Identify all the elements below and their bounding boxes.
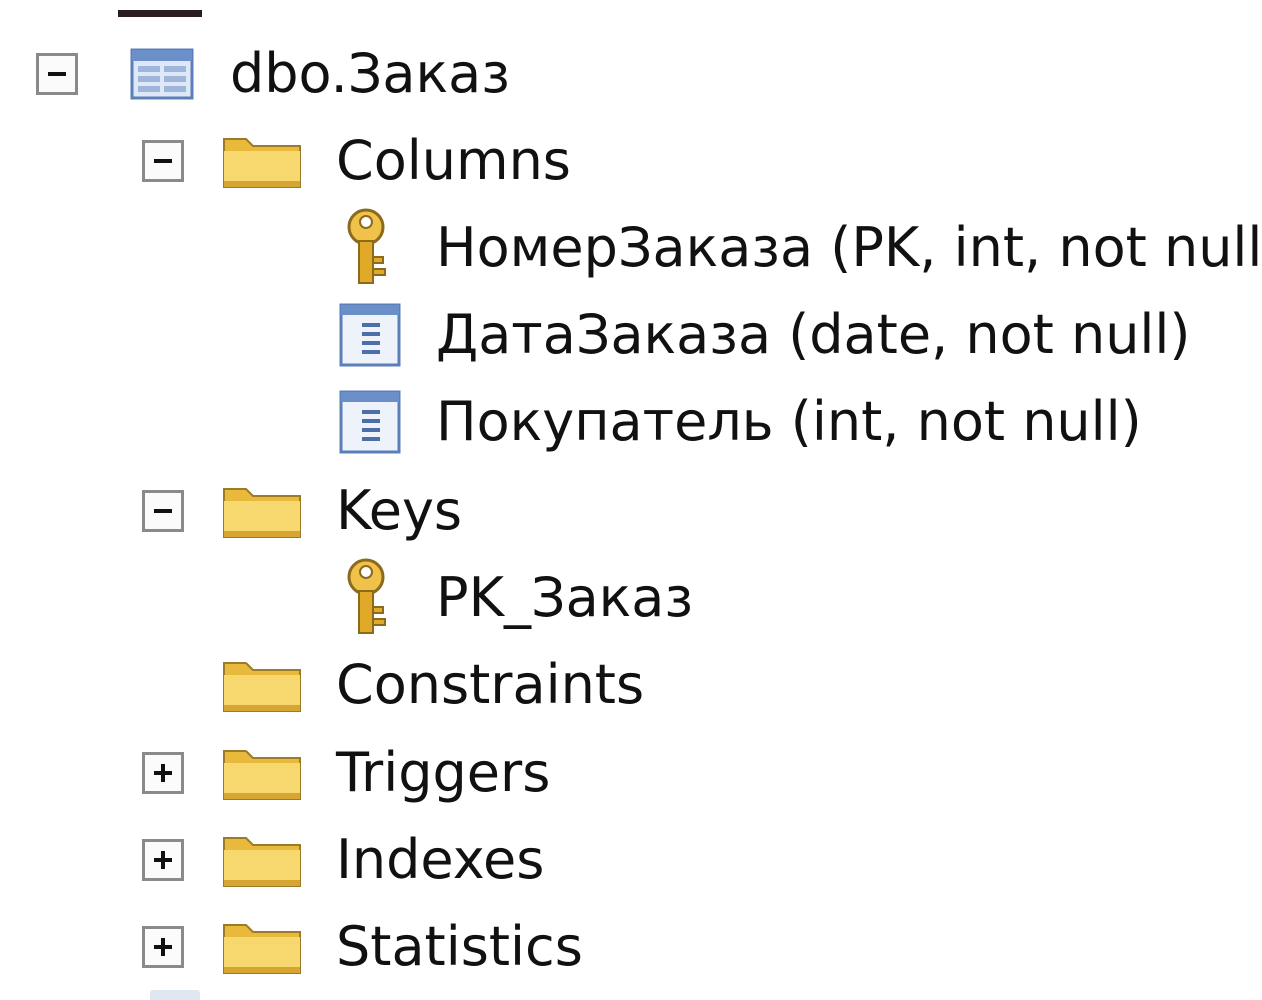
constraints-folder-label[interactable]: Constraints bbox=[336, 658, 644, 712]
tree-node-indexes[interactable]: Indexes bbox=[142, 817, 544, 903]
folder-icon bbox=[223, 924, 301, 974]
collapse-toggle-table[interactable] bbox=[36, 53, 78, 95]
column-label[interactable]: Покупатель (int, not null) bbox=[436, 395, 1142, 449]
folder-icon bbox=[223, 662, 301, 712]
tree-node-column-3[interactable]: Покупатель (int, not null) bbox=[338, 379, 1142, 465]
table-icon bbox=[130, 48, 194, 100]
indexes-folder-label[interactable]: Indexes bbox=[336, 833, 544, 887]
collapse-toggle-columns[interactable] bbox=[142, 140, 184, 182]
tree-node-table[interactable]: dbo.Заказ bbox=[36, 31, 510, 117]
expand-toggle-indexes[interactable] bbox=[142, 839, 184, 881]
tree-node-constraints[interactable]: Constraints bbox=[142, 642, 644, 728]
expand-toggle-statistics[interactable] bbox=[142, 926, 184, 968]
tree-node-column-1[interactable]: НомерЗаказа (PK, int, not null) bbox=[338, 205, 1262, 291]
column-icon bbox=[339, 390, 401, 454]
primary-key-icon bbox=[347, 208, 386, 284]
folder-icon bbox=[223, 138, 301, 188]
previous-node-clipped bbox=[118, 10, 202, 17]
primary-key-icon bbox=[347, 558, 386, 634]
folder-icon bbox=[223, 750, 301, 800]
keys-folder-label[interactable]: Keys bbox=[336, 484, 462, 538]
expand-toggle-triggers[interactable] bbox=[142, 752, 184, 794]
tree-node-statistics[interactable]: Statistics bbox=[142, 904, 583, 990]
key-label[interactable]: PK_Заказ bbox=[436, 571, 693, 625]
toggle-placeholder bbox=[142, 664, 184, 706]
folder-icon bbox=[223, 488, 301, 538]
column-icon bbox=[339, 303, 401, 367]
folder-icon bbox=[223, 837, 301, 887]
column-label[interactable]: НомерЗаказа (PK, int, not null) bbox=[436, 221, 1262, 275]
statistics-folder-label[interactable]: Statistics bbox=[336, 920, 583, 974]
collapse-toggle-keys[interactable] bbox=[142, 490, 184, 532]
tree-node-triggers[interactable]: Triggers bbox=[142, 730, 550, 816]
tree-node-key-1[interactable]: PK_Заказ bbox=[338, 555, 693, 641]
columns-folder-label[interactable]: Columns bbox=[336, 134, 571, 188]
tree-node-column-2[interactable]: ДатаЗаказа (date, not null) bbox=[338, 292, 1191, 378]
triggers-folder-label[interactable]: Triggers bbox=[336, 746, 550, 800]
tree-node-keys[interactable]: Keys bbox=[142, 468, 462, 554]
next-node-clipped bbox=[150, 990, 200, 1000]
table-label[interactable]: dbo.Заказ bbox=[230, 47, 510, 101]
column-label[interactable]: ДатаЗаказа (date, not null) bbox=[436, 308, 1191, 362]
object-explorer-tree: dbo.Заказ Columns НомерЗаказа (PK, int, … bbox=[0, 0, 1262, 1000]
tree-node-columns[interactable]: Columns bbox=[142, 118, 571, 204]
